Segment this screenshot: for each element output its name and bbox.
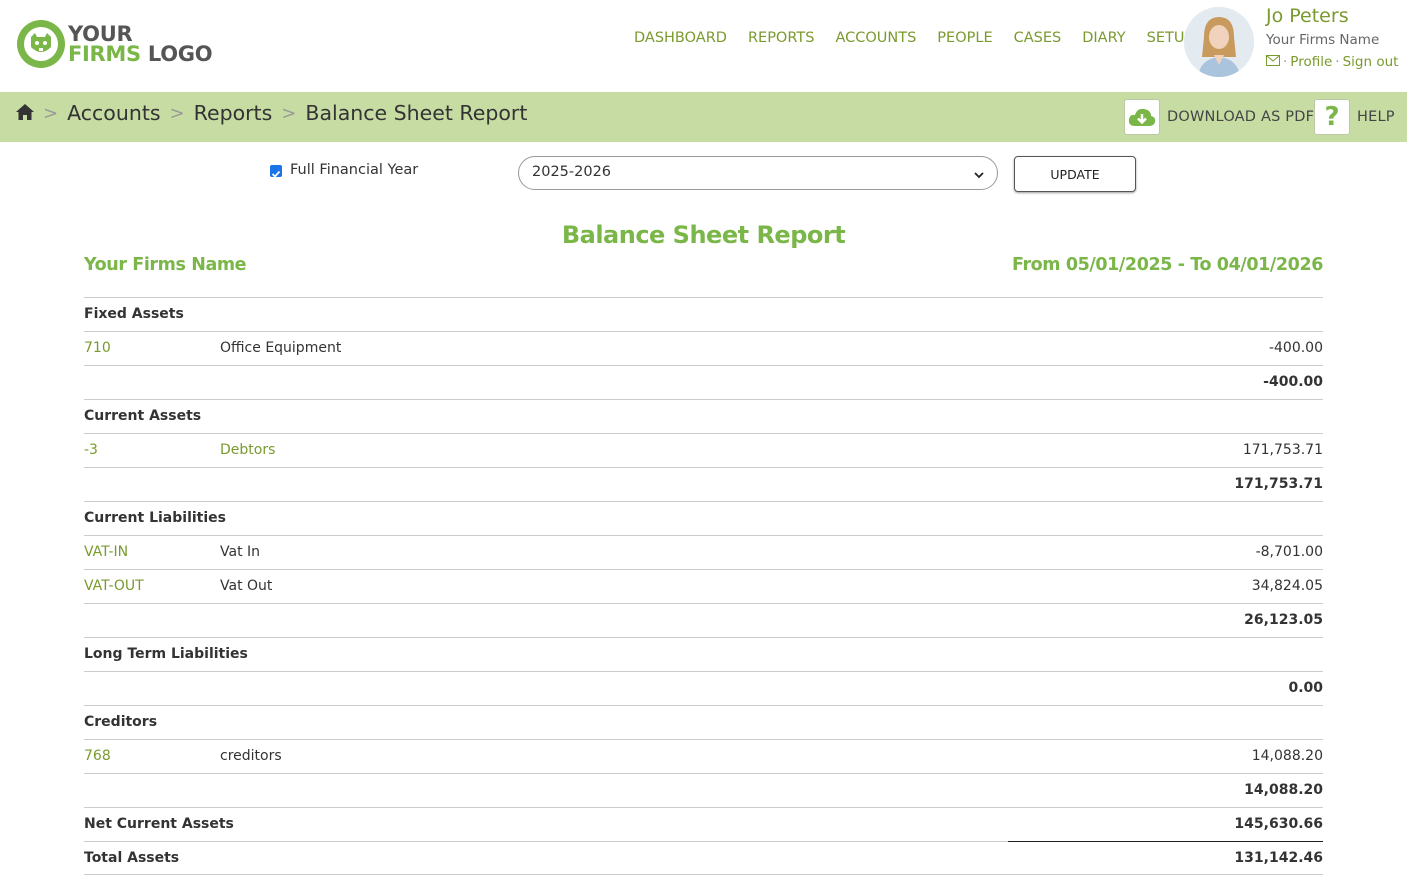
section-label: Fixed Assets (84, 306, 184, 322)
account-code-link[interactable]: 768 (84, 748, 111, 764)
table-row: 768 creditors 14,088.20 (84, 739, 1323, 773)
nav-dashboard[interactable]: DASHBOARD (634, 30, 727, 46)
account-name: creditors (220, 748, 282, 764)
subtotal-amount: -400.00 (1263, 374, 1323, 390)
mail-icon[interactable] (1266, 54, 1280, 70)
nav-reports[interactable]: REPORTS (748, 30, 814, 46)
logo-icon (17, 20, 65, 68)
chevron-down-icon (973, 166, 985, 185)
section-header: Current Liabilities (84, 501, 1323, 535)
help-button[interactable]: ? HELP (1314, 98, 1395, 136)
table-row: -3 Debtors 171,753.71 (84, 433, 1323, 467)
nav-accounts[interactable]: ACCOUNTS (835, 30, 916, 46)
section-label: Creditors (84, 714, 158, 730)
separator: · (1283, 54, 1288, 70)
breadcrumb-current: Balance Sheet Report (305, 101, 528, 125)
logo-line-2b: LOGO (147, 42, 213, 66)
subtotal-amount: 0.00 (1288, 680, 1323, 696)
sign-out-link[interactable]: Sign out (1343, 54, 1399, 70)
report-date-range: From 05/01/2025 - To 04/01/2026 (1012, 255, 1323, 275)
total-assets-label: Total Assets (84, 850, 180, 866)
subtotal-row: 171,753.71 (84, 467, 1323, 501)
subtotal-row: 14,088.20 (84, 773, 1323, 807)
account-name: Vat In (220, 544, 261, 560)
avatar[interactable] (1184, 7, 1254, 77)
breadcrumb-separator: > (43, 102, 59, 124)
download-pdf-label: DOWNLOAD AS PDF (1167, 109, 1315, 125)
total-assets-row: Total Assets 131,142.46 (84, 841, 1323, 875)
amount: -8,701.00 (1255, 544, 1323, 560)
balance-sheet-table: Fixed Assets 710 Office Equipment -400.0… (84, 297, 1323, 875)
firm-logo[interactable]: YOUR FIRMS LOGO (17, 20, 213, 68)
full-financial-year-label: Full Financial Year (290, 162, 419, 178)
financial-year-select[interactable]: 2025-2026 (518, 156, 998, 190)
net-current-assets-label: Net Current Assets (84, 816, 234, 832)
section-header: Fixed Assets (84, 297, 1323, 331)
section-label: Current Assets (84, 408, 202, 424)
help-label: HELP (1357, 109, 1395, 125)
financial-year-value: 2025-2026 (532, 164, 612, 180)
account-name: Office Equipment (220, 340, 342, 356)
cloud-download-icon (1124, 99, 1160, 135)
account-code-link[interactable]: VAT-OUT (84, 578, 144, 594)
breadcrumb-reports[interactable]: Reports (194, 101, 273, 125)
account-code-link[interactable]: VAT-IN (84, 544, 128, 560)
subtotal-amount: 26,123.05 (1244, 612, 1323, 628)
breadcrumb-separator: > (169, 102, 185, 124)
nav-people[interactable]: PEOPLE (937, 30, 992, 46)
amount: 171,753.71 (1242, 442, 1323, 458)
subtotal-amount: 171,753.71 (1234, 476, 1323, 492)
table-row: VAT-IN Vat In -8,701.00 (84, 535, 1323, 569)
download-pdf-button[interactable]: DOWNLOAD AS PDF (1124, 98, 1314, 136)
total-assets-amount: 131,142.46 (1234, 850, 1323, 866)
section-header: Long Term Liabilities (84, 637, 1323, 671)
total-rule (1008, 841, 1323, 842)
section-label: Long Term Liabilities (84, 646, 248, 662)
breadcrumb-bar: > Accounts > Reports > Balance Sheet Rep… (0, 92, 1407, 142)
amount: 14,088.20 (1251, 748, 1323, 764)
table-row: VAT-OUT Vat Out 34,824.05 (84, 569, 1323, 603)
top-header: YOUR FIRMS LOGO DASHBOARD REPORTS ACCOUN… (0, 0, 1407, 92)
net-current-assets-amount: 145,630.66 (1234, 816, 1323, 832)
account-code-link[interactable]: 710 (84, 340, 111, 356)
account-code-link[interactable]: -3 (84, 442, 98, 458)
table-row: 710 Office Equipment -400.00 (84, 331, 1323, 365)
home-icon[interactable] (16, 101, 34, 125)
net-current-assets-row: Net Current Assets 145,630.66 (84, 807, 1323, 841)
user-links: · Profile · Sign out (1266, 54, 1398, 70)
subtotal-amount: 14,088.20 (1244, 782, 1323, 798)
profile-link[interactable]: Profile (1290, 54, 1332, 70)
amount: -400.00 (1268, 340, 1323, 356)
subtotal-row: 26,123.05 (84, 603, 1323, 637)
nav-diary[interactable]: DIARY (1082, 30, 1125, 46)
logo-line-1: YOUR (68, 22, 133, 46)
breadcrumb-separator: > (281, 102, 297, 124)
section-header: Creditors (84, 705, 1323, 739)
user-firm: Your Firms Name (1266, 32, 1380, 48)
full-financial-year-checkbox[interactable] (270, 165, 282, 178)
section-header: Current Assets (84, 399, 1323, 433)
nav-cases[interactable]: CASES (1014, 30, 1062, 46)
subtotal-row: 0.00 (84, 671, 1323, 705)
separator: · (1335, 54, 1340, 70)
account-name-link[interactable]: Debtors (220, 442, 275, 458)
user-name: Jo Peters (1266, 5, 1349, 27)
amount: 34,824.05 (1251, 578, 1323, 594)
breadcrumb-accounts[interactable]: Accounts (67, 101, 160, 125)
breadcrumb: > Accounts > Reports > Balance Sheet Rep… (16, 101, 527, 125)
main-nav: DASHBOARD REPORTS ACCOUNTS PEOPLE CASES … (634, 30, 1214, 46)
report-firm-name: Your Firms Name (84, 255, 247, 275)
logo-line-2a: FIRMS (68, 42, 141, 66)
subtotal-row: -400.00 (84, 365, 1323, 399)
account-name: Vat Out (220, 578, 273, 594)
report-title: Balance Sheet Report (561, 221, 846, 249)
update-button[interactable]: UPDATE (1014, 156, 1136, 192)
logo-text: YOUR FIRMS LOGO (68, 22, 213, 66)
section-label: Current Liabilities (84, 510, 226, 526)
question-icon: ? (1314, 99, 1350, 135)
